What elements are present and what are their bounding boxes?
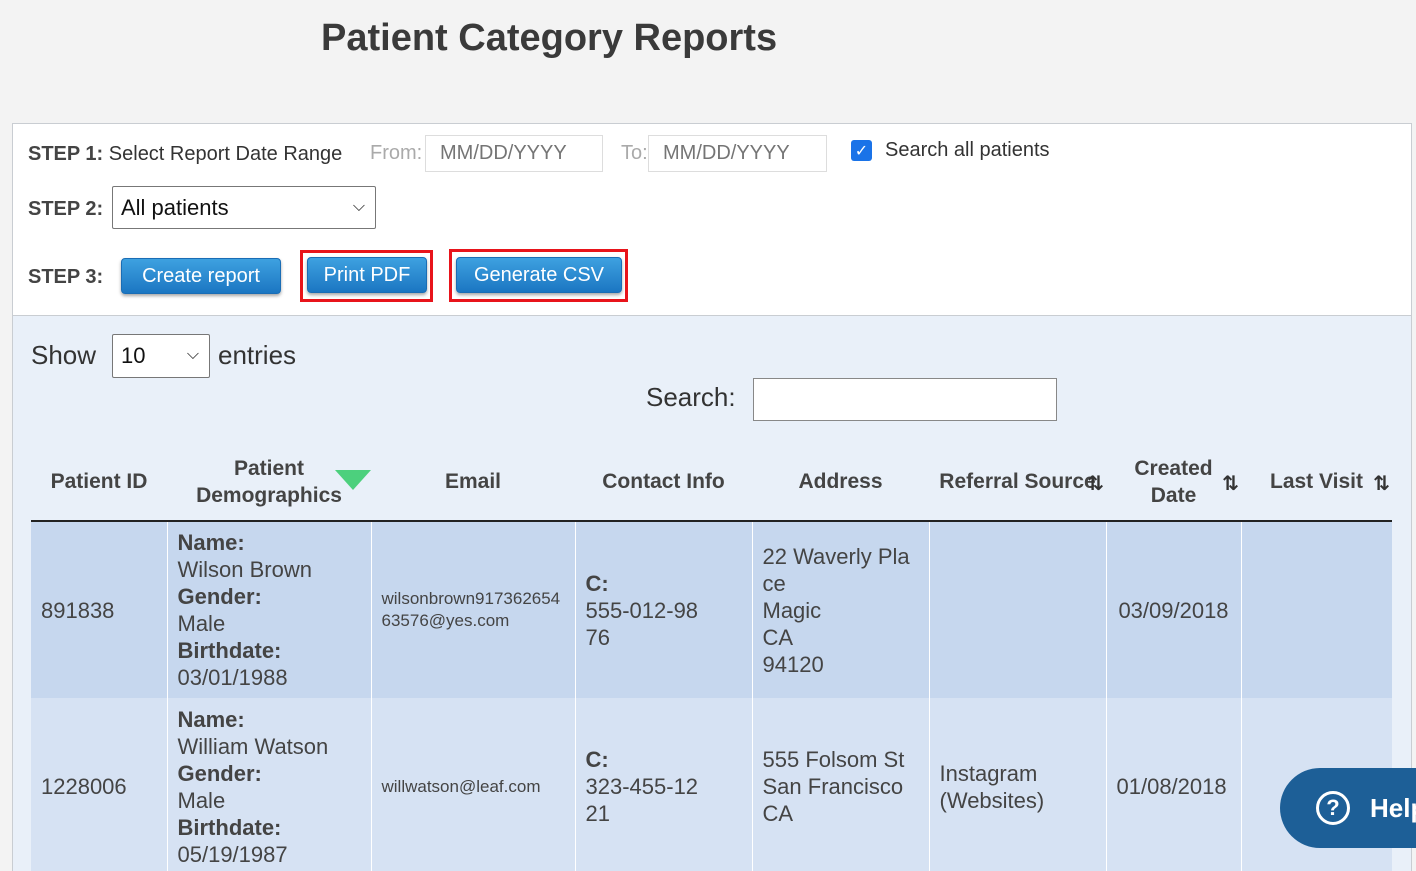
sort-icon: ⇅ xyxy=(1373,473,1390,495)
entries-select[interactable]: 10 ⌵ xyxy=(112,334,210,378)
patient-filter-value: All patients xyxy=(121,194,229,220)
entries-value: 10 xyxy=(121,343,146,368)
search-label: Search: xyxy=(646,382,736,412)
cell-address: 22 Waverly Place Magic CA 94120 xyxy=(752,521,930,698)
steps-section: STEP 1: Select Report Date Range From: T… xyxy=(13,124,1411,316)
step1-text: Select Report Date Range xyxy=(108,143,343,165)
search-input[interactable] xyxy=(753,378,1057,421)
step1-row: STEP 1: Select Report Date Range xyxy=(28,143,342,166)
help-button[interactable]: ? Help xyxy=(1280,768,1416,848)
col-header-address[interactable]: Address xyxy=(752,443,929,522)
create-report-button[interactable]: Create report xyxy=(121,258,281,294)
chevron-down-icon: ⌵ xyxy=(186,346,199,364)
cell-referral xyxy=(929,521,1107,698)
cell-created: 03/09/2018 xyxy=(1106,521,1242,698)
cell-demographics: Name: Wilson Brown Gender: Male Birthdate:… xyxy=(167,521,372,698)
table-row[interactable]: 1228006 Name: William Watson Gender: Male … xyxy=(31,698,1392,871)
cell-referral: Instagram (Websites) xyxy=(929,698,1107,871)
cell-contact: C:323-455-1221 xyxy=(575,698,753,871)
sort-icon: ⇅ xyxy=(1087,473,1104,495)
sort-icon: ⇅ xyxy=(1222,473,1239,495)
col-header-contact[interactable]: Contact Info xyxy=(575,443,752,522)
question-circle-icon: ? xyxy=(1316,791,1350,825)
cell-contact: C:555-012-9876 xyxy=(575,521,753,698)
cell-patient-id: 891838 xyxy=(31,521,168,698)
table-row[interactable]: 891838 Name: Wilson Brown Gender: Male Bir… xyxy=(31,521,1392,698)
from-date-input[interactable] xyxy=(425,135,603,172)
col-header-email[interactable]: Email xyxy=(371,443,575,522)
to-date-input[interactable] xyxy=(648,135,827,172)
entries-label: entries xyxy=(218,340,297,370)
cell-created: 01/08/2018 xyxy=(1106,698,1242,871)
step1-label: STEP 1: xyxy=(28,143,104,165)
col-header-last-visit[interactable]: Last Visit ⇅ xyxy=(1241,443,1392,522)
report-panel: STEP 1: Select Report Date Range From: T… xyxy=(12,123,1412,871)
cell-email: willwatson@leaf.com xyxy=(371,698,576,871)
chevron-down-icon: ⌵ xyxy=(352,197,365,215)
search-all-checkbox[interactable]: ✓ xyxy=(851,140,872,161)
patient-filter-select[interactable]: All patients ⌵ xyxy=(112,186,376,229)
table-area: Show 10 ⌵ entries Search: Patient ID Pat… xyxy=(13,316,1411,871)
to-label: To: xyxy=(621,142,648,164)
help-label: Help xyxy=(1370,792,1416,823)
from-label: From: xyxy=(370,142,423,164)
col-header-demographics[interactable]: Patient Demographics xyxy=(167,443,371,522)
cell-last-visit xyxy=(1241,521,1392,698)
col-header-patient-id[interactable]: Patient ID xyxy=(31,443,167,522)
sort-desc-icon xyxy=(335,470,371,490)
print-pdf-button[interactable]: Print PDF xyxy=(307,257,427,293)
col-header-created[interactable]: Created Date ⇅ xyxy=(1106,443,1241,522)
step2-label: STEP 2: xyxy=(28,198,104,220)
cell-demographics: Name: William Watson Gender: Male Birthdat… xyxy=(167,698,372,871)
cell-patient-id: 1228006 xyxy=(31,698,168,871)
show-label: Show xyxy=(31,340,97,370)
col-header-referral[interactable]: Referral Source ⇅ xyxy=(929,443,1106,522)
step3-label: STEP 3: xyxy=(28,266,104,288)
search-all-label: Search all patients xyxy=(885,139,1050,161)
generate-csv-button[interactable]: Generate CSV xyxy=(456,257,622,293)
page-title: Patient Category Reports xyxy=(321,17,778,59)
cell-email: wilsonbrown91736265463576@yes.com xyxy=(371,521,576,698)
patients-table: Patient ID Patient Demographics Email Co… xyxy=(31,443,1392,871)
cell-address: 555 Folsom St San Francisco CA xyxy=(752,698,930,871)
